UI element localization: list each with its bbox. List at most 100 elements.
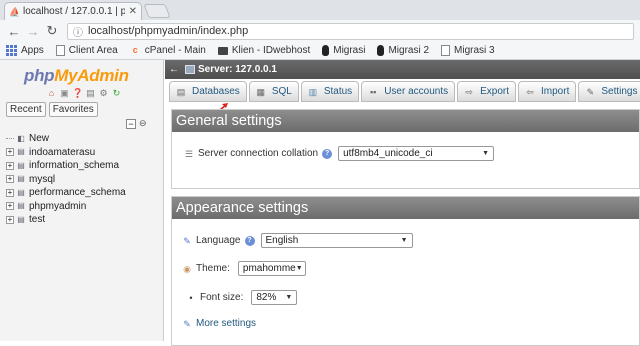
fontsize-value: 82%	[256, 292, 277, 303]
theme-select[interactable]: pmahomme ▼	[237, 261, 306, 276]
db-item[interactable]: + ▤ information_schema	[6, 159, 162, 173]
database-tree: ◧ New + ▤ indoamaterasu + ▤ information_…	[6, 132, 162, 227]
tab-sql[interactable]: ▦ SQL	[248, 81, 299, 102]
bookmark-klien[interactable]: Klien - IDwebhost	[217, 45, 311, 56]
tab-import[interactable]: ⇦ Import	[518, 81, 577, 102]
expand-icon[interactable]: +	[6, 161, 14, 170]
theme-palette-icon: ◉	[183, 263, 191, 274]
db-label: phpmyadmin	[29, 200, 87, 212]
bookmark-apps[interactable]: Apps	[6, 45, 44, 56]
db-item[interactable]: + ▤ phpmyadmin	[6, 200, 162, 214]
appearance-settings-section: Appearance settings ✎ Language ? English…	[171, 196, 640, 346]
collation-label: Server connection collation	[198, 148, 319, 159]
bookmark-label: Migrasi	[333, 45, 366, 56]
tab-label: Databases	[192, 86, 240, 97]
new-db-icon: ◧	[17, 133, 25, 143]
tab-label: SQL	[271, 86, 292, 97]
chevron-down-icon: ▼	[295, 265, 303, 272]
help-icon[interactable]: ?	[322, 148, 333, 159]
bookmark-migrasi-3[interactable]: Migrasi 3	[441, 45, 495, 56]
tab-settings[interactable]: ✎ Settings	[578, 81, 640, 102]
bookmark-client-area[interactable]: Client Area	[55, 45, 118, 56]
db-label: test	[29, 214, 46, 226]
recent-favorites: Recent Favorites	[6, 102, 101, 117]
expand-icon[interactable]: +	[6, 175, 14, 184]
db-label: information_schema	[29, 160, 120, 172]
tab-export[interactable]: ⇨ Export	[457, 81, 517, 102]
db-item[interactable]: + ▤ test	[6, 213, 162, 227]
tab-status[interactable]: ▥ Status	[300, 81, 360, 102]
collation-select[interactable]: utf8mb4_unicode_ci ▼	[338, 146, 495, 161]
expand-icon[interactable]: +	[6, 148, 14, 157]
expand-icon[interactable]: +	[6, 202, 14, 211]
address-bar-row: ← → ↻ ⓘ localhost/phpmyadmin/index.php	[0, 20, 640, 42]
favorites-tab[interactable]: Favorites	[48, 102, 98, 117]
section-title: General settings	[172, 110, 639, 132]
new-tab-button[interactable]	[143, 4, 171, 18]
link-icon[interactable]: ⊖	[139, 118, 147, 129]
bookmark-label: Migrasi 3	[454, 45, 495, 56]
more-settings-link[interactable]: More settings	[196, 318, 256, 329]
help-icon[interactable]: ❓	[72, 88, 83, 99]
docs-icon[interactable]: ▤	[85, 88, 96, 99]
db-label: New	[29, 133, 50, 145]
browser-tab[interactable]: ⛵ localhost / 127.0.0.1 | php ✕	[4, 2, 142, 20]
server-label[interactable]: Server: 127.0.0.1	[198, 64, 277, 75]
bookmark-migrasi-2[interactable]: Migrasi 2	[377, 45, 429, 56]
database-icon: ▤	[17, 160, 25, 170]
db-item[interactable]: + ▤ performance_schema	[6, 186, 162, 200]
wrench-icon: ✎	[586, 86, 595, 97]
theme-row: ◉ Theme: pmahomme ▼	[182, 261, 306, 276]
bookmark-label: Klien - IDwebhost	[231, 45, 311, 56]
collapse-all-icon[interactable]: −	[126, 118, 136, 129]
fontsize-label: Font size:	[200, 292, 244, 303]
tab-label: Status	[323, 86, 353, 97]
fontsize-row: • Font size: 82% ▼	[186, 290, 298, 305]
site-info-icon[interactable]: ⓘ	[73, 24, 83, 39]
sql-icon: ▦	[256, 86, 266, 97]
more-settings-row[interactable]: ✎ More settings	[182, 318, 256, 329]
bookmark-label: Client Area	[68, 45, 118, 56]
nav-icons: ⌂ ▣ ❓ ▤ ⚙ ↻	[46, 88, 124, 99]
recent-tab[interactable]: Recent	[6, 102, 46, 117]
phpmyadmin-logo[interactable]: phpMyAdmin	[24, 66, 144, 86]
db-new[interactable]: ◧ New	[6, 132, 162, 146]
reload-nav-icon[interactable]: ↻	[111, 88, 122, 99]
database-icon: ▤	[17, 147, 25, 157]
url-input[interactable]: ⓘ localhost/phpmyadmin/index.php	[67, 22, 634, 40]
tab-databases[interactable]: ▤ Databases	[169, 81, 247, 102]
logo-myadmin-text: MyAdmin	[54, 66, 129, 85]
db-item[interactable]: + ▤ mysql	[6, 173, 162, 187]
close-tab-icon[interactable]: ✕	[129, 6, 137, 17]
bookmark-migrasi[interactable]: Migrasi	[322, 45, 365, 56]
back-arrow-icon[interactable]: ←	[6, 24, 22, 39]
cpanel-icon: c	[132, 45, 138, 55]
exit-icon[interactable]: ▣	[59, 88, 70, 99]
url-text: localhost/phpmyadmin/index.php	[88, 25, 249, 37]
collation-row: ☰ Server connection collation ? utf8mb4_…	[184, 146, 495, 161]
expand-icon[interactable]: +	[6, 188, 14, 197]
theme-value: pmahomme	[242, 263, 296, 274]
expand-icon[interactable]: +	[6, 215, 14, 224]
help-icon[interactable]: ?	[244, 235, 255, 246]
server-icon	[185, 65, 195, 74]
fontsize-select[interactable]: 82% ▼	[251, 290, 298, 305]
users-icon: ▪▪	[369, 86, 377, 97]
forward-arrow-icon[interactable]: →	[25, 24, 41, 39]
bookmark-cpanel[interactable]: c cPanel - Main	[130, 45, 206, 56]
theme-label: Theme:	[196, 263, 230, 274]
gear-icon[interactable]: ⚙	[98, 88, 109, 99]
bookmark-label: Apps	[21, 45, 44, 56]
reload-icon[interactable]: ↻	[44, 23, 60, 39]
language-select[interactable]: English ▼	[260, 233, 413, 248]
db-item[interactable]: + ▤ indoamaterasu	[6, 146, 162, 160]
db-label: performance_schema	[29, 187, 126, 199]
collapse-panel-icon[interactable]: ←	[169, 64, 179, 75]
chevron-down-icon: ▼	[482, 150, 490, 157]
database-icon: ▤	[17, 201, 25, 211]
tab-user-accounts[interactable]: ▪▪ User accounts	[361, 81, 456, 102]
collation-icon: ☰	[184, 148, 194, 159]
import-icon: ⇦	[526, 86, 534, 97]
language-value: English	[265, 235, 299, 246]
home-icon[interactable]: ⌂	[46, 88, 57, 99]
